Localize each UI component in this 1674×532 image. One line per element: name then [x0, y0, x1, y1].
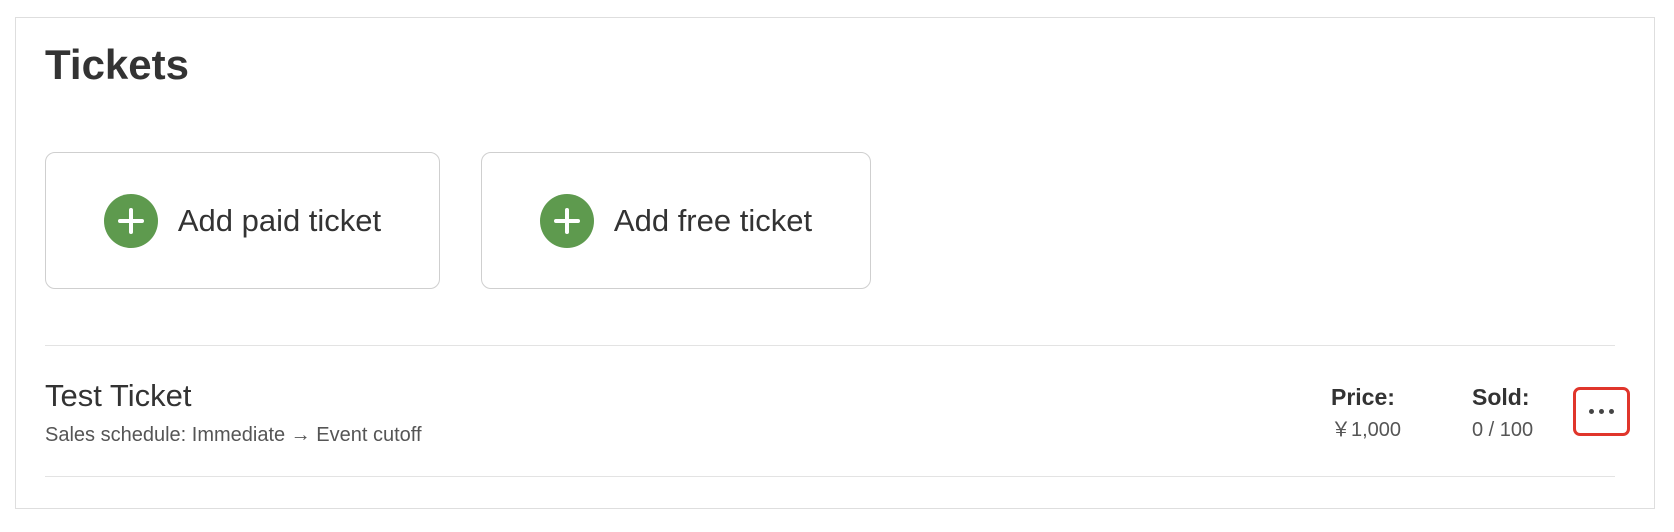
- plus-circle-icon: [539, 193, 594, 248]
- add-free-ticket-label: Add free ticket: [613, 202, 813, 238]
- ticket-row-top-divider: [45, 345, 1615, 346]
- ticket-sales-schedule: Sales schedule: Immediate → Event cutoff: [45, 424, 422, 446]
- sold-value: 0 / 100: [1472, 419, 1534, 441]
- ticket-more-options-button[interactable]: [1573, 387, 1630, 436]
- price-label: Price:: [1331, 384, 1395, 410]
- ticket-row-bottom-divider: [45, 476, 1615, 477]
- more-horizontal-icon: [1589, 409, 1614, 414]
- add-paid-ticket-label: Add paid ticket: [177, 202, 382, 238]
- ticket-name: Test Ticket: [45, 378, 192, 413]
- plus-circle-icon: [103, 193, 158, 248]
- price-value: ￥1,000: [1331, 419, 1402, 441]
- add-free-ticket-button[interactable]: Add free ticket: [481, 152, 871, 289]
- sold-label: Sold:: [1472, 384, 1530, 410]
- add-paid-ticket-button[interactable]: Add paid ticket: [45, 152, 440, 289]
- page-title: Tickets: [45, 41, 189, 88]
